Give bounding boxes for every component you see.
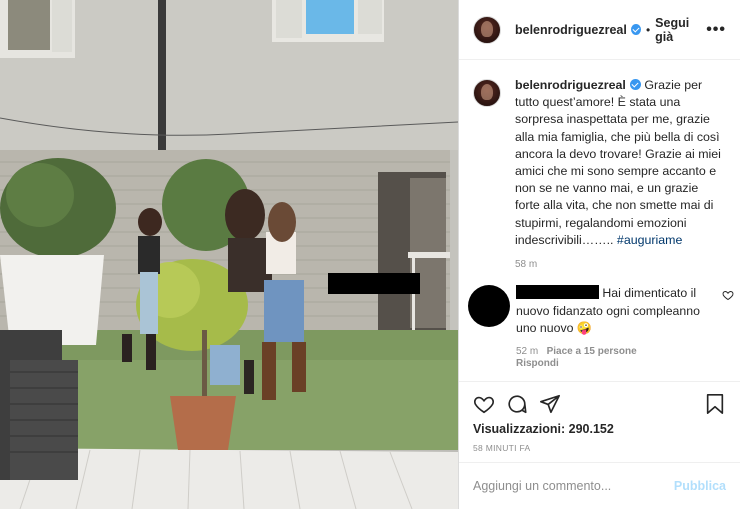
views-label: Visualizzazioni: [473,422,566,436]
comment-body: Hai dimenticato il nuovo fidanzato ogni … [516,285,734,370]
header-separator: • [645,22,651,37]
caption-hashtag-link[interactable]: #auguriame [617,233,682,247]
comment-input[interactable] [473,479,674,493]
comment-heart-icon[interactable] [722,289,734,301]
instagram-post-view: belenrodriguezreal • Segui già ••• belen… [0,0,740,509]
video-frame [0,0,458,509]
comments-section[interactable]: belenrodriguezreal Grazie per tutto ques… [459,61,740,381]
comment-likes[interactable]: Piace a 15 persone [547,346,637,357]
redaction-bar [328,273,420,294]
verified-badge-icon [630,24,641,35]
caption-avatar[interactable] [473,79,501,107]
more-options-icon[interactable]: ••• [706,21,726,39]
comment-time[interactable]: 52 m [516,346,538,357]
caption-text: Grazie per tutto quest’amore! È stata un… [515,78,721,247]
post-header: belenrodriguezreal • Segui già ••• [459,0,740,60]
heart-icon[interactable] [473,393,495,415]
actions-bar: Visualizzazioni: 290.152 58 MINUTI FA [459,381,740,461]
comment-meta: 52 m Piace a 15 persone Rispondi [516,346,716,370]
caption-item: belenrodriguezreal Grazie per tutto ques… [473,77,726,273]
action-icons [473,392,726,416]
redacted-username [516,285,599,300]
publish-button[interactable]: Pubblica [674,479,726,493]
post-side-panel: belenrodriguezreal • Segui già ••• belen… [458,0,740,509]
commenter-avatar[interactable] [468,285,510,328]
caption-verified-badge-icon [629,79,641,90]
caption-username[interactable]: belenrodriguezreal [515,78,626,92]
caption-time[interactable]: 58 m [515,256,726,273]
views-count: Visualizzazioni: 290.152 [473,422,726,436]
author-avatar[interactable] [473,15,501,44]
caption-body: belenrodriguezreal Grazie per tutto ques… [515,77,726,273]
following-button[interactable]: Segui già [655,16,706,44]
comment-item: Hai dimenticato il nuovo fidanzato ogni … [468,285,734,370]
comment-composer: Pubblica [459,462,740,509]
comment-icon[interactable] [506,393,528,415]
views-value: 290.152 [568,422,614,436]
bookmark-icon[interactable] [704,393,726,415]
author-username[interactable]: belenrodriguezreal [515,23,627,37]
share-icon[interactable] [539,393,561,415]
post-video[interactable] [0,0,458,509]
posted-time[interactable]: 58 MINUTI FA [473,443,726,453]
reply-button[interactable]: Rispondi [516,358,559,369]
